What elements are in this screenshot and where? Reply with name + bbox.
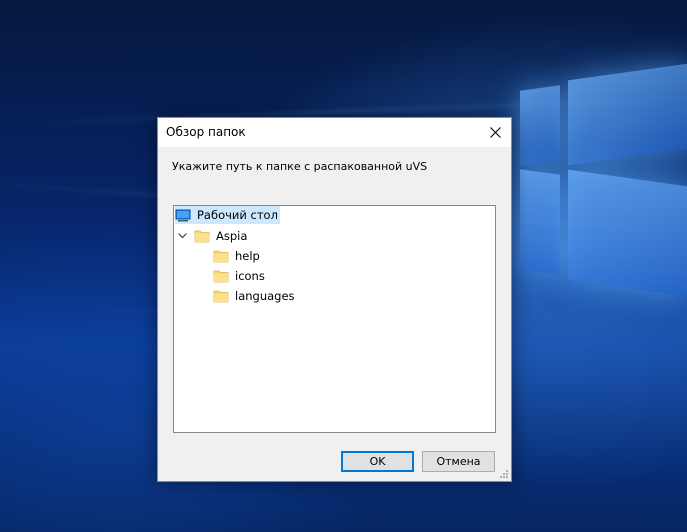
- chevron-down-icon: [177, 233, 187, 239]
- folder-icon: [213, 248, 229, 264]
- close-button[interactable]: [479, 118, 511, 147]
- title-bar: Обзор папок: [158, 118, 511, 147]
- instruction-text: Укажите путь к папке с распакованной uVS: [172, 160, 428, 173]
- expand-toggle[interactable]: [176, 227, 188, 245]
- folder-icon: [194, 228, 210, 244]
- dialog-title: Обзор папок: [166, 125, 246, 139]
- resize-grip-icon[interactable]: [498, 468, 509, 479]
- tree-item-languages[interactable]: languages: [213, 287, 297, 305]
- folder-icon: [213, 288, 229, 304]
- tree-item-aspia[interactable]: Aspia: [194, 227, 249, 245]
- folder-icon: [213, 268, 229, 284]
- tree-item-icons[interactable]: icons: [213, 267, 267, 285]
- tree-item-label: Aspia: [216, 229, 248, 243]
- folder-tree[interactable]: Рабочий стол Aspia help icons languages: [173, 205, 496, 433]
- tree-item-label: icons: [235, 269, 265, 283]
- ok-button[interactable]: OK: [341, 451, 414, 472]
- close-icon: [489, 127, 501, 138]
- tree-item-help[interactable]: help: [213, 247, 262, 265]
- tree-item-label: Рабочий стол: [197, 208, 278, 222]
- desktop-icon: [175, 207, 191, 223]
- cancel-button[interactable]: Отмена: [422, 451, 495, 472]
- browse-folders-dialog: Обзор папок Укажите путь к папке с распа…: [157, 117, 512, 482]
- tree-item-label: languages: [235, 289, 295, 303]
- tree-item-label: help: [235, 249, 260, 263]
- tree-item-desktop[interactable]: Рабочий стол: [175, 206, 280, 224]
